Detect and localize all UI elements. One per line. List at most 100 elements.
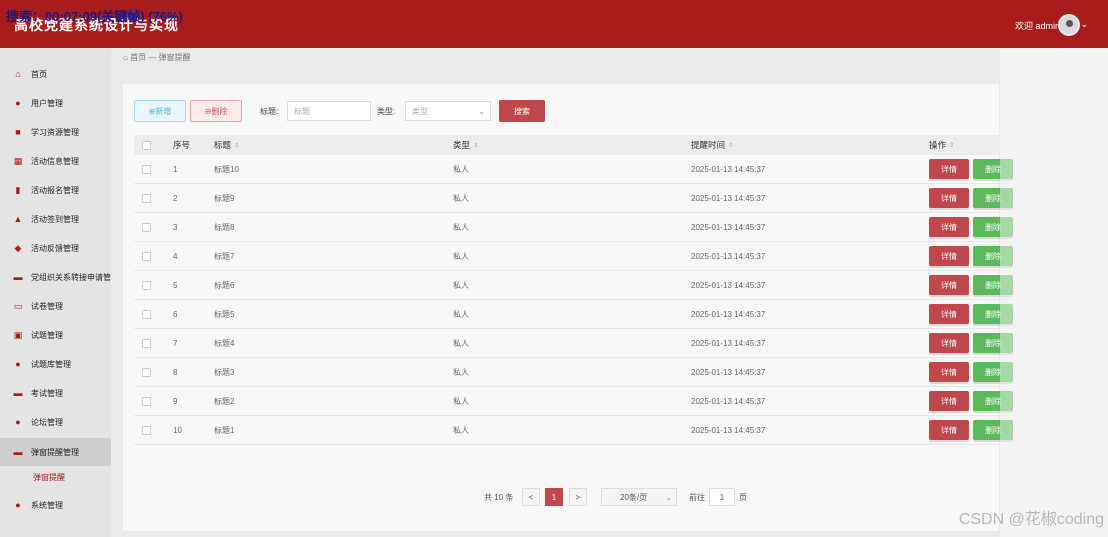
sidebar-item-label: 试题管理 [31,330,63,340]
col-header-time[interactable]: 提醒时间 ⇕ [691,135,733,155]
select-all-checkbox[interactable] [142,135,151,155]
sidebar-item-label: 试卷管理 [31,301,63,311]
row-checkbox[interactable] [142,329,151,357]
row-checkbox[interactable] [142,271,151,299]
cell-type: 私人 [453,309,469,319]
row-checkbox[interactable] [142,358,151,386]
row-checkbox[interactable] [142,242,151,270]
bank-icon: ● [15,359,21,369]
col-header-no[interactable]: 序号 [173,135,190,155]
add-button[interactable]: ⊕新增 [134,100,186,122]
table-row: 5 标题6 私人 2025-01-13 14:45:37 详情 删除 [134,271,1097,300]
cell-no: 4 [173,251,178,261]
recording-overlay-text: 搜索：00:07:09(关键帧) (76%) [6,9,183,24]
row-delete-button[interactable]: 删除 [973,333,1013,353]
sort-icon: ⇕ [473,142,479,149]
cell-type: 私人 [453,193,469,203]
prev-page-button[interactable]: < [522,488,540,506]
list-panel: ⊕新增 ⊖删除 标题: 标题 类型: 类型 ⌄ 搜索 序号 标题 ⇕ 类型 ⇕ 提醒… [123,84,1097,531]
row-delete-button[interactable]: 删除 [973,420,1013,440]
sidebar-item-activity-feedback[interactable]: ◆ 活动反馈管理 [0,234,111,262]
detail-button[interactable]: 详情 [929,362,969,382]
row-delete-button[interactable]: 删除 [973,217,1013,237]
row-delete-button[interactable]: 删除 [973,391,1013,411]
sidebar-item-home[interactable]: ⌂ 首页 [0,60,111,88]
sidebar-subitem-popup-reminder[interactable]: 弹窗提醒 [0,467,111,489]
cell-title: 标题3 [214,367,235,377]
table-row: 4 标题7 私人 2025-01-13 14:45:37 详情 删除 [134,242,1097,271]
table-row: 9 标题2 私人 2025-01-13 14:45:37 详情 删除 [134,387,1097,416]
sort-icon: ⇕ [949,142,955,149]
chevron-down-icon: ⌄ [478,106,485,116]
row-checkbox[interactable] [142,300,151,328]
cell-no: 9 [173,396,178,406]
row-checkbox[interactable] [142,155,151,183]
row-delete-button[interactable]: 删除 [973,275,1013,295]
search-button[interactable]: 搜索 [499,100,545,122]
sidebar-item-label: 活动反馈管理 [31,243,79,253]
detail-button[interactable]: 详情 [929,391,969,411]
avatar[interactable] [1058,14,1080,36]
detail-button[interactable]: 详情 [929,188,969,208]
col-header-type[interactable]: 类型 ⇕ [453,135,478,155]
breadcrumb-separator: — [148,53,157,62]
title-filter-input[interactable]: 标题 [287,101,371,121]
sidebar-item-label: 活动签到管理 [31,214,79,224]
detail-button[interactable]: 详情 [929,246,969,266]
sidebar-item-papers[interactable]: ▭ 试卷管理 [0,292,111,320]
sidebar-item-label: 试题库管理 [31,359,71,369]
chevron-down-icon[interactable]: ⌄ [1080,19,1088,30]
cell-title: 标题9 [214,193,235,203]
detail-button[interactable]: 详情 [929,304,969,324]
sidebar-item-system[interactable]: ● 系统管理 [0,491,111,519]
breadcrumb-home[interactable]: 首页 [130,53,146,62]
cell-time: 2025-01-13 14:45:37 [691,222,766,232]
row-delete-button[interactable]: 删除 [973,362,1013,382]
detail-button[interactable]: 详情 [929,420,969,440]
row-delete-button[interactable]: 删除 [973,246,1013,266]
type-filter-select[interactable]: 类型 ⌄ [405,101,491,121]
sidebar-item-questions[interactable]: ▣ 试题管理 [0,321,111,349]
table-header: 序号 标题 ⇕ 类型 ⇕ 提醒时间 ⇕ 操作 ⇕ [134,135,1097,155]
table-row: 1 标题10 私人 2025-01-13 14:45:37 详情 删除 [134,155,1097,184]
row-delete-button[interactable]: 删除 [973,304,1013,324]
goto-page-input[interactable]: 1 [709,488,735,506]
cell-title: 标题1 [214,425,235,435]
detail-button[interactable]: 详情 [929,217,969,237]
page-size-select[interactable]: 20条/页 ⌄ [601,488,677,506]
page-1-button[interactable]: 1 [545,488,563,506]
table-row: 10 标题1 私人 2025-01-13 14:45:37 详情 删除 [134,416,1097,445]
cell-no: 6 [173,309,178,319]
sidebar-item-users[interactable]: ● 用户管理 [0,89,111,117]
next-page-button[interactable]: > [569,488,587,506]
sidebar-item-activity-info[interactable]: ▦ 活动信息管理 [0,147,111,175]
row-checkbox[interactable] [142,213,151,241]
detail-button[interactable]: 详情 [929,333,969,353]
home-icon: ⌂ [123,53,128,62]
delete-button[interactable]: ⊖删除 [190,100,242,122]
sidebar-item-label: 系统管理 [31,500,63,510]
sidebar-item-question-bank[interactable]: ● 试题库管理 [0,350,111,378]
detail-button[interactable]: 详情 [929,159,969,179]
detail-button[interactable]: 详情 [929,275,969,295]
col-header-title[interactable]: 标题 ⇕ [214,135,239,155]
row-checkbox[interactable] [142,387,151,415]
popup-icon: ▬ [13,447,23,457]
row-checkbox[interactable] [142,416,151,444]
sidebar-item-exams[interactable]: ▬ 考试管理 [0,379,111,407]
row-delete-button[interactable]: 删除 [973,188,1013,208]
sidebar-item-popup[interactable]: ▬ 弹窗提醒管理 [0,438,111,466]
sidebar-item-resources[interactable]: ■ 学习资源管理 [0,118,111,146]
feedback-icon: ◆ [14,243,22,253]
sidebar-item-label: 弹窗提醒管理 [31,447,79,457]
cell-no: 2 [173,193,178,203]
row-delete-button[interactable]: 删除 [973,159,1013,179]
row-checkbox[interactable] [142,184,151,212]
sidebar-item-activity-signup[interactable]: ▮ 活动报名管理 [0,176,111,204]
sidebar-item-org-transfer[interactable]: ▬ 党组织关系转接申请管理 [0,263,112,291]
sidebar-item-forum[interactable]: ● 论坛管理 [0,408,111,436]
sidebar-item-label: 论坛管理 [31,417,63,427]
sidebar-item-label: 活动信息管理 [31,156,79,166]
cell-time: 2025-01-13 14:45:37 [691,425,766,435]
sidebar-item-activity-checkin[interactable]: ▲ 活动签到管理 [0,205,111,233]
